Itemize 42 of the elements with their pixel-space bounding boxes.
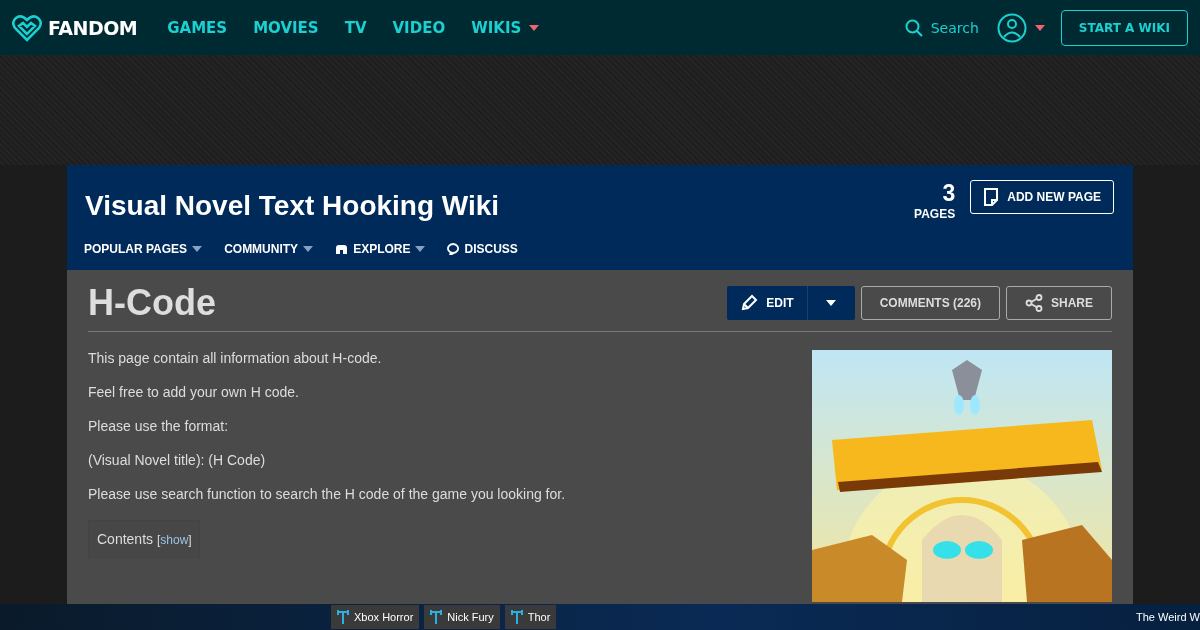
paragraph: This page contain all information about H-code. xyxy=(88,350,383,366)
comments-button[interactable]: COMMENTS (226) xyxy=(860,286,1000,320)
bottom-bar-item[interactable]: Xbox Horror xyxy=(331,605,420,629)
antenna-icon xyxy=(337,610,349,624)
caret-icon xyxy=(826,300,837,306)
add-page-button[interactable]: ADD NEW PAGE xyxy=(970,180,1114,214)
paragraph: Please use search function to search the H code of the game you looking for. xyxy=(88,486,566,502)
logo-text[interactable]: FANDOM xyxy=(48,16,138,39)
wiki-nav-link[interactable]: EXPLORE xyxy=(335,242,426,256)
share-icon xyxy=(1025,294,1043,312)
page-count: 3 xyxy=(942,180,956,207)
share-button[interactable]: SHARE xyxy=(1006,286,1112,320)
paragraph: Feel free to add your own H code. xyxy=(88,384,300,400)
nav-link[interactable]: WIKIS xyxy=(471,18,540,37)
user-icon[interactable] xyxy=(996,12,1027,43)
toggle-text: [show] xyxy=(156,533,192,547)
heart-icon xyxy=(12,13,42,42)
wiki-nav-link[interactable]: COMMUNITY xyxy=(224,242,314,256)
nav-link[interactable]: TV xyxy=(344,18,367,37)
nav-link[interactable]: VIDEO xyxy=(392,18,446,37)
search-icon xyxy=(904,18,923,37)
start-wiki-button[interactable]: START A WIKI xyxy=(1060,9,1188,46)
paragraph: Please use the format: xyxy=(88,418,230,434)
speech-bubble-icon xyxy=(447,243,460,255)
pencil-icon xyxy=(740,294,759,312)
bottom-bar-item[interactable]: Nick Fury xyxy=(424,605,500,629)
caret-icon[interactable] xyxy=(1034,24,1045,31)
contents-label: Contents xyxy=(97,531,155,547)
nav-link[interactable]: MOVIES xyxy=(253,18,319,37)
antenna-icon xyxy=(430,610,443,624)
page-title: H-Code xyxy=(88,282,216,324)
wiki-nav-link[interactable]: POPULAR PAGES xyxy=(84,242,203,256)
bottom-bar-item[interactable]: Thor xyxy=(504,605,557,629)
page-count-label: PAGES xyxy=(914,207,956,221)
wiki-nav-link[interactable]: DISCUSS xyxy=(447,242,518,256)
ticker-text[interactable]: The Weird W xyxy=(1136,611,1200,623)
nav-link[interactable]: GAMES xyxy=(167,18,228,37)
page-icon xyxy=(983,187,1000,207)
search-link[interactable]: Search xyxy=(904,18,979,37)
antenna-icon xyxy=(510,610,523,624)
paragraph: (Visual Novel title): (H Code) xyxy=(88,452,267,468)
wiki-title[interactable]: Visual Novel Text Hooking Wiki xyxy=(85,190,500,222)
